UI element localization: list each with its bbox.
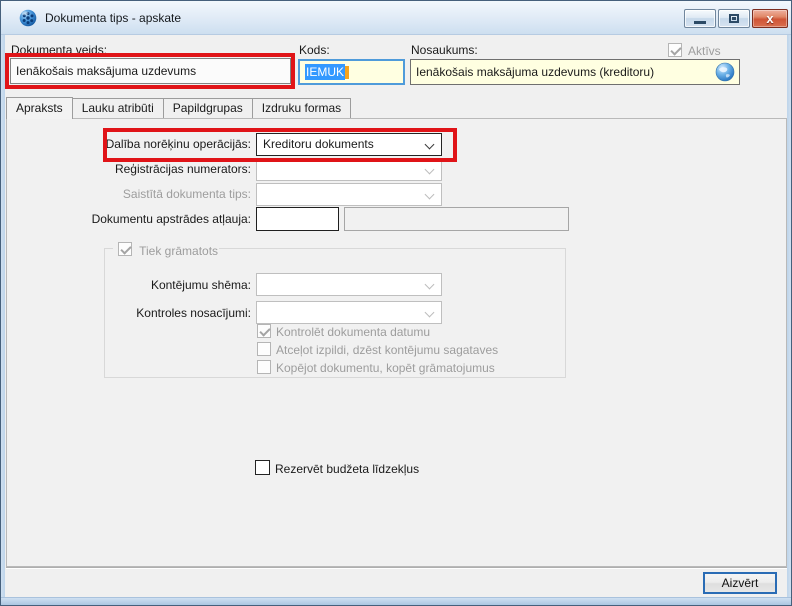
app-logo-icon — [19, 9, 37, 27]
copy-postings-label: Kopējot dokumentu, kopēt grāmatojumus — [276, 361, 495, 375]
reserve-budget-checkbox[interactable] — [255, 460, 270, 475]
processing-permission-name-input — [344, 207, 569, 231]
code-label: Kods: — [299, 43, 330, 57]
chevron-down-icon — [424, 279, 435, 290]
posting-checkbox[interactable] — [118, 242, 132, 256]
document-kind-label: Dokumenta veids: — [11, 43, 108, 57]
related-type-label: Saistītā dokumenta tips: — [122, 187, 251, 201]
chevron-down-icon — [424, 164, 435, 175]
globe-icon[interactable] — [715, 62, 735, 82]
close-dialog-button[interactable]: Aizvērt — [703, 572, 777, 594]
minimize-button[interactable] — [684, 9, 716, 28]
tab-bar: Apraksts Lauku atribūti Papildgrupas Izd… — [6, 97, 352, 119]
name-label: Nosaukums: — [411, 43, 478, 57]
code-input[interactable]: IEMUK — [298, 59, 405, 85]
window-frame-bottom — [1, 597, 791, 605]
footer-divider — [6, 567, 788, 569]
titlebar[interactable]: Dokumenta tips - apskate x — [1, 1, 791, 35]
tab-lauku-atributi[interactable]: Lauku atribūti — [71, 98, 164, 118]
window-frame-left — [1, 35, 5, 605]
minimize-icon — [694, 21, 706, 24]
control-date-checkbox — [257, 324, 271, 338]
chevron-down-icon — [424, 307, 435, 318]
chevron-down-icon — [424, 139, 435, 150]
name-input[interactable]: Ienākošais maksājuma uzdevums (kreditoru… — [410, 59, 740, 85]
restore-button[interactable] — [718, 9, 750, 28]
numerator-dropdown — [256, 158, 442, 181]
delete-drafts-label: Atceļot izpildi, dzēst kontējumu sagatav… — [276, 343, 499, 357]
posting-label: Tiek grāmatots — [139, 244, 219, 258]
control-date-label: Kontrolēt dokumenta datumu — [276, 325, 431, 339]
restore-icon — [729, 14, 739, 23]
participation-value: Kreditoru dokuments — [263, 137, 374, 151]
delete-drafts-checkbox — [257, 342, 271, 356]
selected-text: IEMUK — [305, 64, 346, 80]
close-window-button[interactable]: x — [752, 9, 788, 28]
copy-postings-checkbox — [257, 360, 271, 374]
active-label: Aktīvs — [688, 44, 721, 58]
tab-apraksts[interactable]: Apraksts — [6, 97, 73, 119]
tab-izdruku-formas[interactable]: Izdruku formas — [251, 98, 352, 118]
numerator-label: Reģistrācijas numerators: — [114, 162, 251, 176]
participation-label: Dalība norēķinu operācijās: — [105, 137, 251, 151]
text-caret — [345, 66, 350, 80]
active-checkbox[interactable] — [668, 43, 682, 57]
chevron-down-icon — [424, 189, 435, 200]
tab-papildgrupas[interactable]: Papildgrupas — [162, 98, 253, 118]
document-kind-input[interactable]: Ienākošais maksājuma uzdevums — [10, 58, 291, 84]
related-type-dropdown — [256, 183, 442, 206]
window-title: Dokumenta tips - apskate — [45, 11, 182, 25]
reserve-budget-label: Rezervēt budžeta līdzekļus — [275, 462, 420, 476]
scheme-dropdown — [256, 273, 442, 296]
control-conditions-dropdown — [256, 301, 442, 324]
participation-dropdown[interactable]: Kreditoru dokuments — [256, 133, 442, 156]
window-frame-right — [787, 35, 791, 605]
processing-permission-code-input[interactable] — [256, 207, 339, 231]
close-icon: x — [766, 11, 774, 26]
control-conditions-label: Kontroles nosacījumi: — [136, 306, 251, 320]
posting-group-caption: Tiek grāmatots — [113, 241, 220, 258]
processing-permission-label: Dokumentu apstrādes atļauja: — [91, 212, 251, 226]
scheme-label: Kontējumu shēma: — [150, 278, 251, 292]
dialog-window: Dokumenta tips - apskate x Dokumenta vei… — [0, 0, 792, 606]
